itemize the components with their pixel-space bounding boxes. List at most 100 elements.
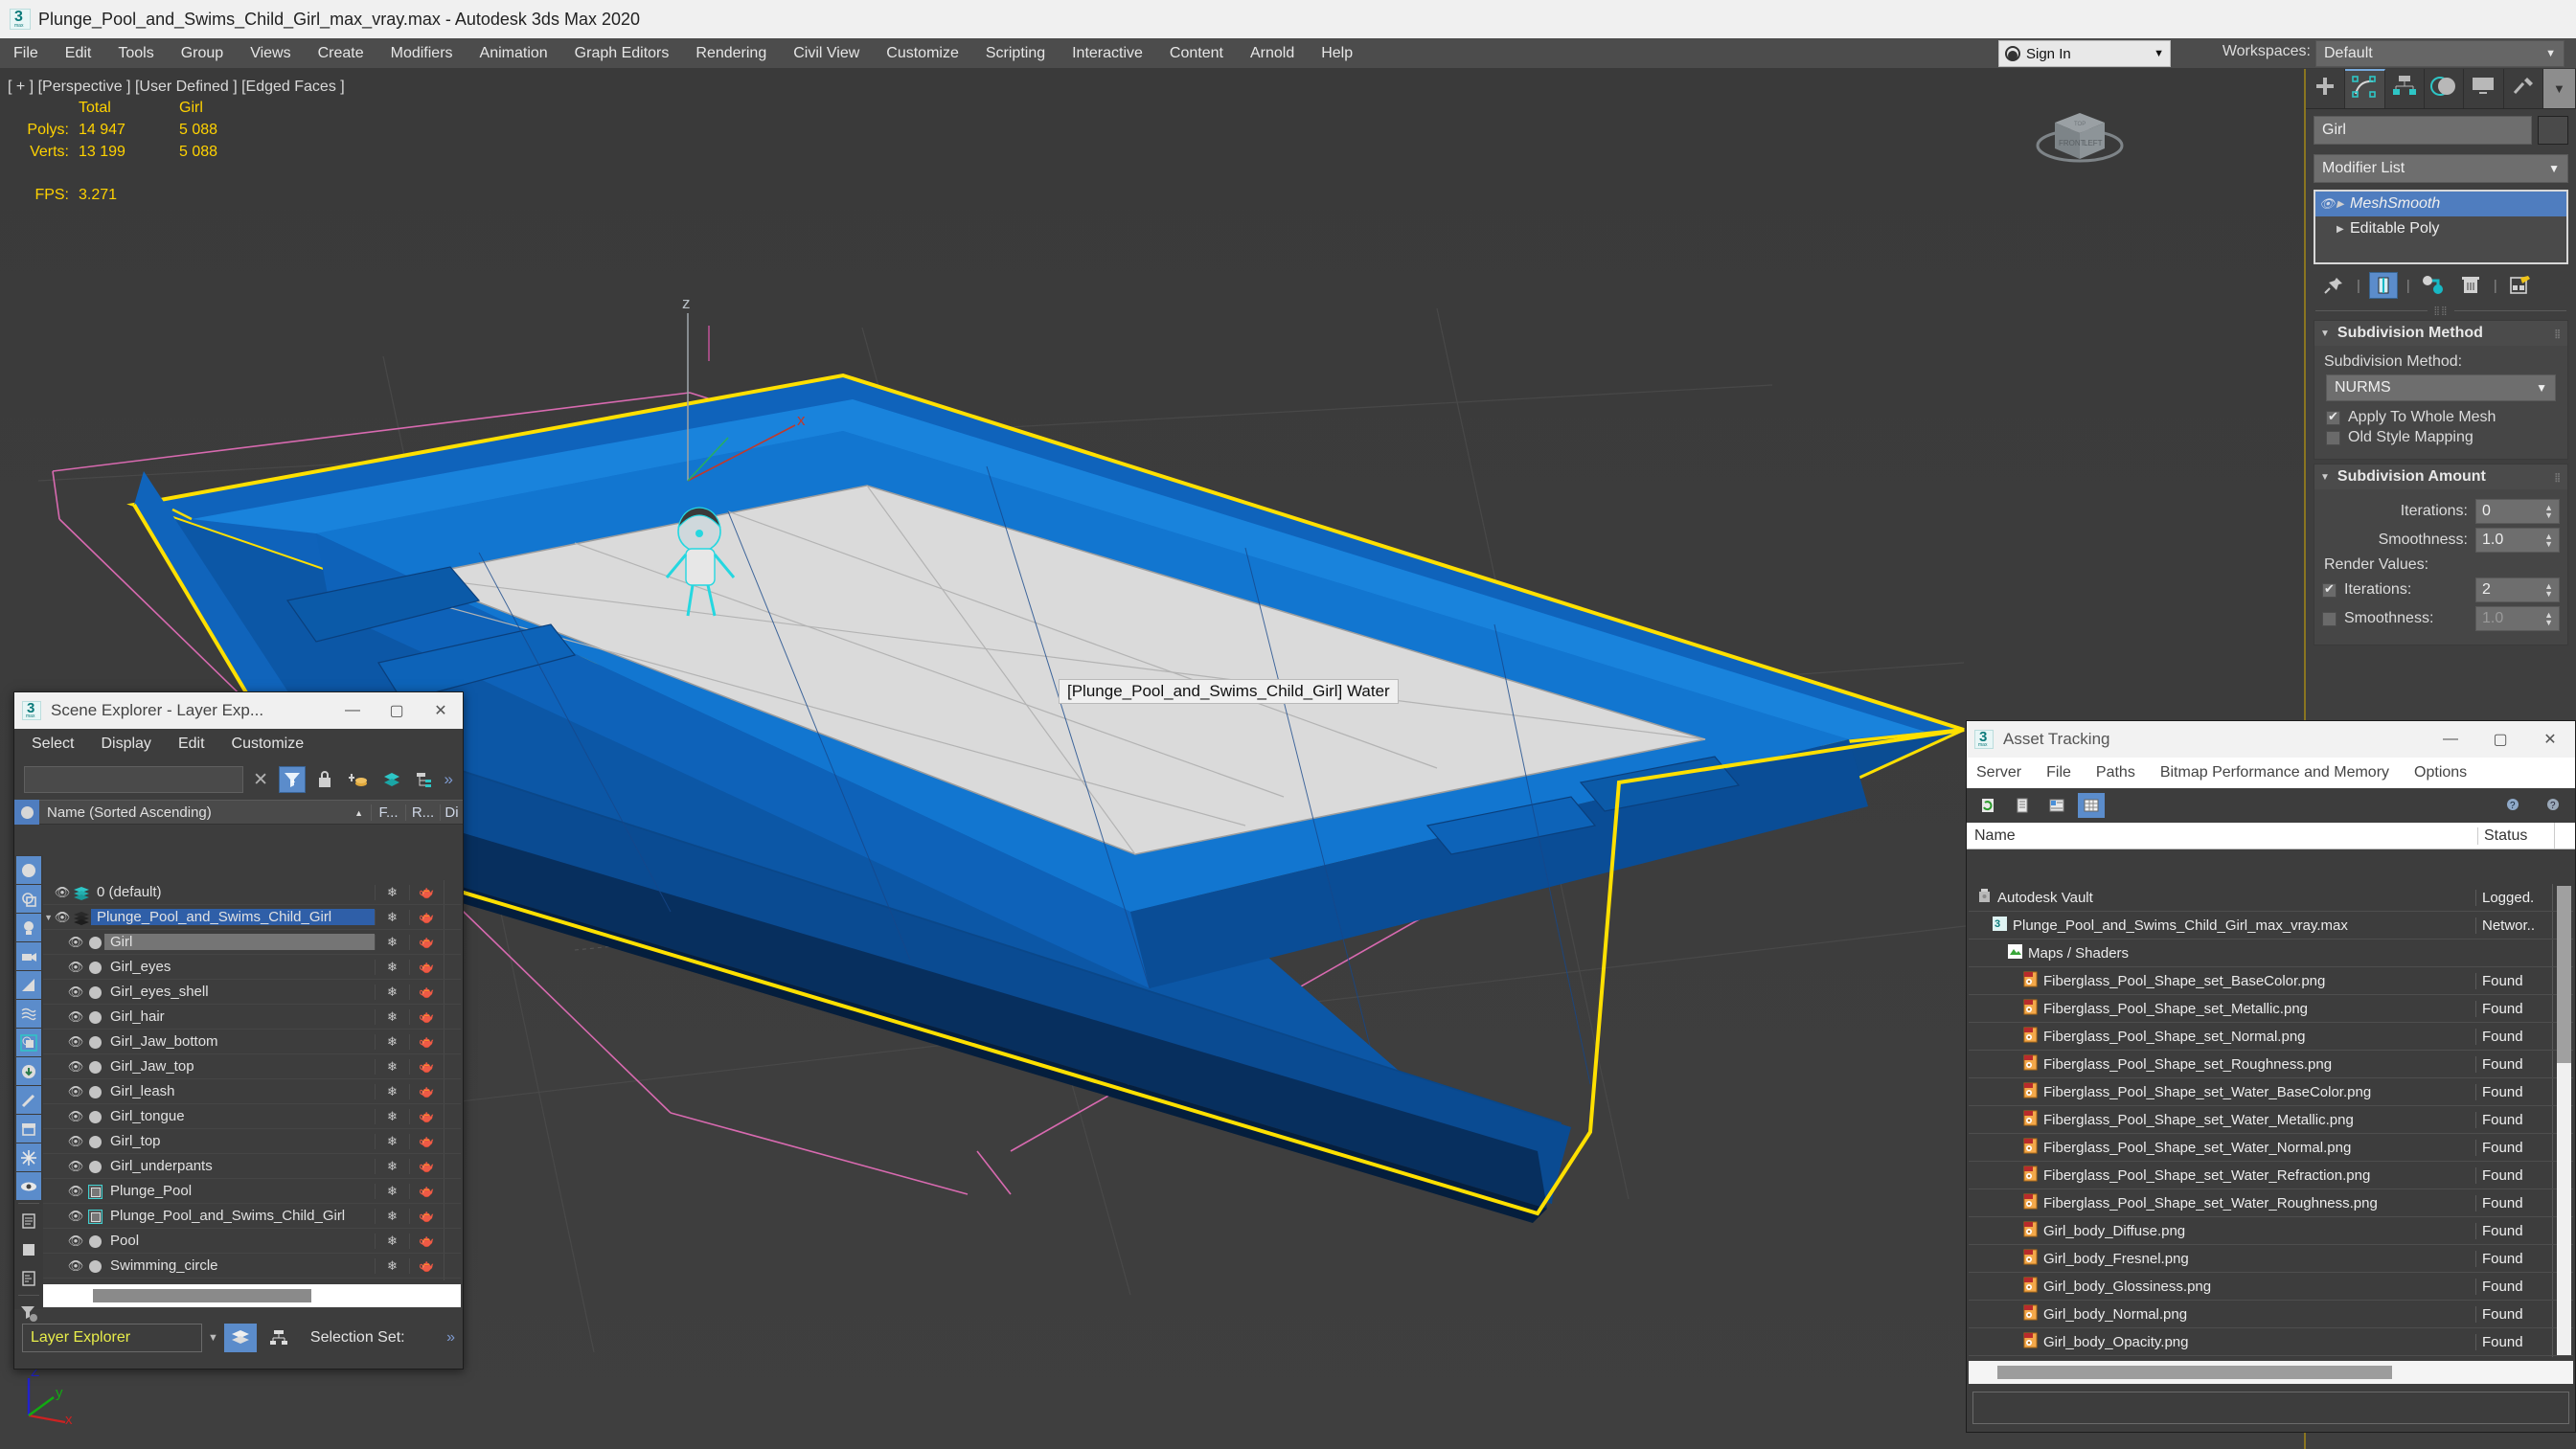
helper-icon[interactable] xyxy=(16,971,41,999)
modifier-stack[interactable]: 👁 ▶ MeshSmooth ▶ Editable Poly xyxy=(2314,190,2568,264)
dot-icon[interactable] xyxy=(85,1033,104,1050)
reference-box-icon[interactable] xyxy=(85,1183,104,1199)
maximize-icon[interactable]: ▢ xyxy=(375,692,419,729)
layers-down-icon[interactable] xyxy=(377,766,405,793)
modifier-stack-row[interactable]: 👁 ▶ MeshSmooth xyxy=(2315,192,2566,216)
render-smoothness-spinner[interactable]: 1.0 ▲ ▼ xyxy=(2475,606,2560,631)
asset-tracking-column-headers[interactable]: Name Status xyxy=(1967,823,2575,849)
group-icon[interactable] xyxy=(16,1057,41,1085)
scene-explorer-filter-toolbar[interactable] xyxy=(14,855,43,1322)
chevron-right-icon[interactable]: ▶ xyxy=(2337,224,2350,235)
asset-row[interactable]: Fiberglass_Pool_Shape_set_Water_Normal.p… xyxy=(1969,1134,2573,1162)
scene-explorer-toolbar[interactable]: ✕ » xyxy=(14,759,463,800)
freeze-snowflake-icon[interactable]: ❄ xyxy=(375,959,409,975)
renderable-teapot-icon[interactable]: 🫖 xyxy=(409,1158,444,1174)
eye-visibility-icon[interactable]: 👁 xyxy=(53,885,72,900)
asset-row[interactable]: Autodesk Vault Logged. xyxy=(1969,884,2573,912)
renderable-teapot-icon[interactable]: 🫖 xyxy=(409,1083,444,1099)
object-color-swatch[interactable] xyxy=(2538,116,2568,145)
display-cell[interactable] xyxy=(444,1104,461,1128)
layer-explorer-icon[interactable] xyxy=(223,1324,257,1352)
freeze-snowflake-icon[interactable]: ❄ xyxy=(375,884,409,900)
scrollbar-thumb[interactable] xyxy=(2557,886,2571,1063)
render-iterations-spinner[interactable]: 2 ▲ ▼ xyxy=(2475,577,2560,602)
column-name[interactable]: Name (Sorted Ascending) ▲ xyxy=(39,804,371,821)
reference-box-icon[interactable] xyxy=(85,1208,104,1224)
command-panel-tab-modify[interactable] xyxy=(2345,69,2385,108)
reference-icon[interactable] xyxy=(16,1029,41,1056)
hidden-eye-icon[interactable] xyxy=(16,1172,41,1200)
geometry-sphere-icon[interactable] xyxy=(16,856,41,884)
dot-icon[interactable] xyxy=(85,1158,104,1174)
bone-icon[interactable] xyxy=(16,1086,41,1114)
column-display[interactable]: Di xyxy=(440,804,463,821)
spinner-arrows-icon[interactable]: ▲ ▼ xyxy=(2544,611,2553,627)
layer-row[interactable]: 👁 Plunge_Pool_and_Swims_Child_Girl ❄ 🫖 xyxy=(43,1204,461,1229)
dot-icon[interactable] xyxy=(85,1133,104,1149)
command-panel-tab-create[interactable] xyxy=(2306,69,2346,108)
display-cell[interactable] xyxy=(444,955,461,979)
renderable-teapot-icon[interactable]: 🫖 xyxy=(409,884,444,900)
freeze-snowflake-icon[interactable]: ❄ xyxy=(375,1083,409,1099)
chevron-right-icon[interactable]: ▶ xyxy=(2337,199,2350,210)
display-cell[interactable] xyxy=(444,1204,461,1228)
asset-row[interactable]: Fiberglass_Pool_Shape_set_Water_Metallic… xyxy=(1969,1106,2573,1134)
renderable-teapot-icon[interactable]: 🫖 xyxy=(409,1008,444,1025)
modifier-stack-buttons[interactable]: | | | xyxy=(2306,264,2576,303)
freeze-snowflake-icon[interactable]: ❄ xyxy=(375,934,409,950)
layer-row[interactable]: 👁 Pool ❄ 🫖 xyxy=(43,1229,461,1254)
asset-menu-options[interactable]: Options xyxy=(2414,764,2467,781)
scrollbar-thumb[interactable] xyxy=(93,1289,311,1302)
dot-icon[interactable] xyxy=(85,934,104,950)
asset-tracking-list[interactable]: Autodesk Vault Logged. 3 Plunge_Pool_and_Sw… xyxy=(1969,884,2573,1357)
modifier-list-dropdown[interactable]: Modifier List ▼ xyxy=(2314,154,2568,183)
layer-row[interactable]: 👁 Swimming_circle ❄ 🫖 xyxy=(43,1254,461,1279)
layer-row[interactable]: 👁 Girl_eyes_shell ❄ 🫖 xyxy=(43,980,461,1005)
renderable-teapot-icon[interactable]: 🫖 xyxy=(409,1108,444,1124)
asset-tracking-vscrollbar[interactable] xyxy=(2557,886,2571,1355)
chevron-down-icon[interactable]: ▼ xyxy=(2536,381,2547,395)
scene-explorer-menu[interactable]: Select Display Edit Customize xyxy=(14,729,463,759)
select-all-radio[interactable] xyxy=(14,800,39,825)
command-panel-more-button[interactable]: ▼ xyxy=(2542,69,2576,108)
scene-explorer-icon[interactable] xyxy=(262,1324,295,1352)
help-add-icon[interactable]: ? xyxy=(2500,793,2527,818)
blank-icon[interactable] xyxy=(16,1235,41,1263)
eye-visibility-icon[interactable]: 👁 xyxy=(66,1184,85,1199)
hierarchy-list-icon[interactable] xyxy=(411,766,439,793)
menu-item-edit[interactable]: Edit xyxy=(52,41,105,66)
menu-item-help[interactable]: Help xyxy=(1308,41,1366,66)
asset-tracking-toolbar[interactable]: ? ? xyxy=(1967,788,2575,823)
close-icon[interactable]: ✕ xyxy=(419,692,463,729)
chevron-down-icon[interactable]: ▼ xyxy=(2154,48,2164,59)
asset-row[interactable]: Fiberglass_Pool_Shape_set_Roughness.png F… xyxy=(1969,1051,2573,1078)
layer-row[interactable]: 👁 Girl_leash ❄ 🫖 xyxy=(43,1079,461,1104)
clear-x-icon[interactable]: ✕ xyxy=(249,769,273,791)
menu-item-views[interactable]: Views xyxy=(237,41,304,66)
frozen-snowflake-icon[interactable] xyxy=(16,1143,41,1171)
display-cell[interactable] xyxy=(444,1030,461,1053)
view-cube[interactable]: FRONT LEFT TOP xyxy=(2026,90,2131,176)
menu-item-tools[interactable]: Tools xyxy=(104,41,167,66)
freeze-snowflake-icon[interactable]: ❄ xyxy=(375,1008,409,1025)
asset-tracking-window[interactable]: Asset Tracking — ▢ ✕ Server File Paths Bitm… xyxy=(1966,720,2576,1433)
renderable-teapot-icon[interactable]: 🫖 xyxy=(409,959,444,975)
command-panel-tab-display[interactable] xyxy=(2464,69,2504,108)
layer-row[interactable]: 👁 Girl_underpants ❄ 🫖 xyxy=(43,1154,461,1179)
column-name[interactable]: Name xyxy=(1967,827,2477,845)
display-cell[interactable] xyxy=(444,1254,461,1278)
notes-icon[interactable] xyxy=(16,1264,41,1292)
refresh-icon[interactable] xyxy=(1974,793,2001,818)
command-panel-tab-hierarchy[interactable] xyxy=(2384,69,2425,108)
freeze-snowflake-icon[interactable]: ❄ xyxy=(375,909,409,925)
rollout-subdivision-method[interactable]: ▼ Subdivision Method ⣿ Subdivision Metho… xyxy=(2314,320,2568,460)
layer-row[interactable]: 👁 Girl ❄ 🫖 xyxy=(43,930,461,955)
asset-row[interactable]: Girl_body_Fresnel.png Found xyxy=(1969,1245,2573,1273)
pin-stack-icon[interactable] xyxy=(2319,272,2348,299)
scene-explorer-footer[interactable]: Layer Explorer ▼ Selection Set: » xyxy=(16,1311,461,1365)
dot-icon[interactable] xyxy=(85,984,104,1000)
display-cell[interactable] xyxy=(444,905,461,929)
asset-row[interactable]: Girl_body_Refraction.pngFound xyxy=(1969,1356,2573,1357)
scene-explorer-hscrollbar[interactable] xyxy=(43,1284,461,1307)
camera-icon[interactable] xyxy=(16,942,41,970)
